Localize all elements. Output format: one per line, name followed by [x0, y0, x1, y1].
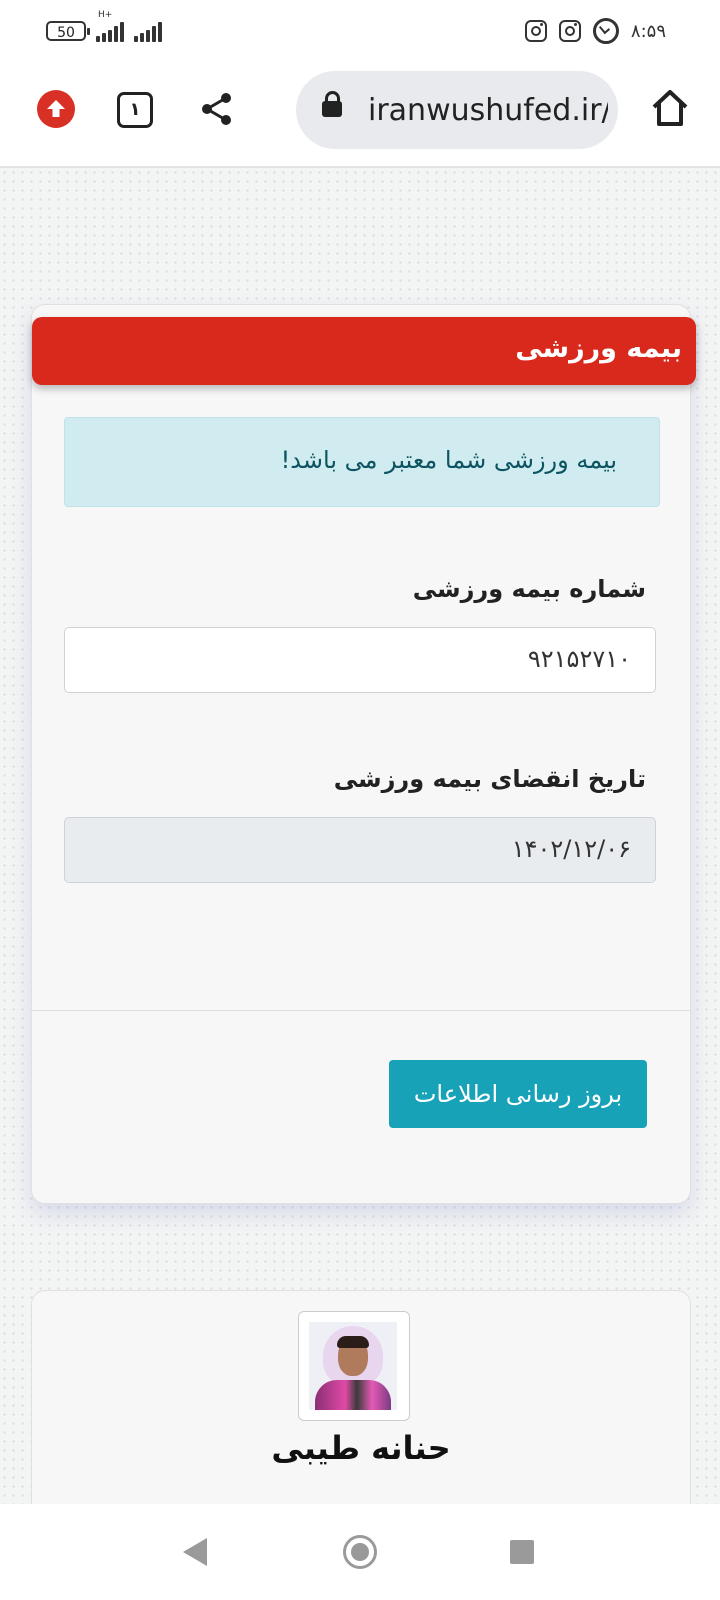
status-left: 50 H+ — [46, 10, 162, 42]
url-text: iranwushufed.ir/s — [368, 93, 608, 128]
back-icon[interactable] — [183, 1538, 207, 1566]
instagram-icon — [558, 20, 581, 42]
url-bar[interactable]: iranwushufed.ir/s — [296, 71, 618, 149]
network-type: H+ — [98, 10, 113, 20]
system-nav-bar — [0, 1504, 720, 1600]
person-name: حنانه طیبی — [271, 1429, 451, 1467]
signal-icon-2 — [134, 20, 162, 42]
profile-card: حنانه طیبی — [31, 1290, 691, 1522]
instagram-icon — [524, 20, 547, 42]
update-info-button[interactable]: بروز رسانی اطلاعات — [389, 1060, 647, 1128]
insurance-number-field[interactable]: ۹۲۱۵۲۷۱۰ — [64, 627, 656, 693]
insurance-card: بیمه ورزشی بیمه ورزشی شما معتبر می باشد!… — [31, 304, 696, 1204]
status-right: ۸:۵۹ — [524, 18, 666, 44]
divider — [32, 1010, 690, 1011]
card-header: بیمه ورزشی — [32, 317, 696, 385]
insurance-number-label: شماره بیمه ورزشی — [412, 575, 646, 603]
expiry-date-field: ۱۴۰۲/۱۲/۰۶ — [64, 817, 656, 883]
upload-icon[interactable] — [37, 90, 75, 128]
home-icon[interactable] — [650, 88, 690, 132]
page-content: بیمه ورزشی بیمه ورزشی شما معتبر می باشد!… — [0, 168, 720, 1522]
recents-icon[interactable] — [510, 1540, 534, 1564]
alarm-icon — [592, 18, 619, 44]
profile-photo — [298, 1311, 410, 1421]
card-title: بیمه ورزشی — [515, 333, 682, 364]
share-icon[interactable] — [200, 92, 234, 130]
expiry-date-label: تاریخ انقضای بیمه ورزشی — [333, 765, 646, 793]
status-bar: 50 H+ ۸:۵۹ — [0, 0, 720, 68]
signal-icon: H+ — [96, 10, 124, 42]
validity-alert: بیمه ورزشی شما معتبر می باشد! — [64, 417, 660, 507]
battery-icon: 50 — [46, 21, 90, 41]
tabs-button[interactable]: ۱ — [117, 92, 153, 128]
lock-icon — [322, 91, 342, 117]
clock: ۸:۵۹ — [630, 20, 666, 42]
alert-text: بیمه ورزشی شما معتبر می باشد! — [280, 446, 617, 474]
browser-toolbar: ۱ iranwushufed.ir/s — [0, 68, 720, 168]
insurance-number-value: ۹۲۱۵۲۷۱۰ — [527, 645, 631, 673]
battery-level: 50 — [57, 25, 75, 41]
home-nav-icon[interactable] — [343, 1535, 377, 1569]
expiry-date-value: ۱۴۰۲/۱۲/۰۶ — [511, 835, 631, 863]
tab-count: ۱ — [129, 99, 141, 120]
